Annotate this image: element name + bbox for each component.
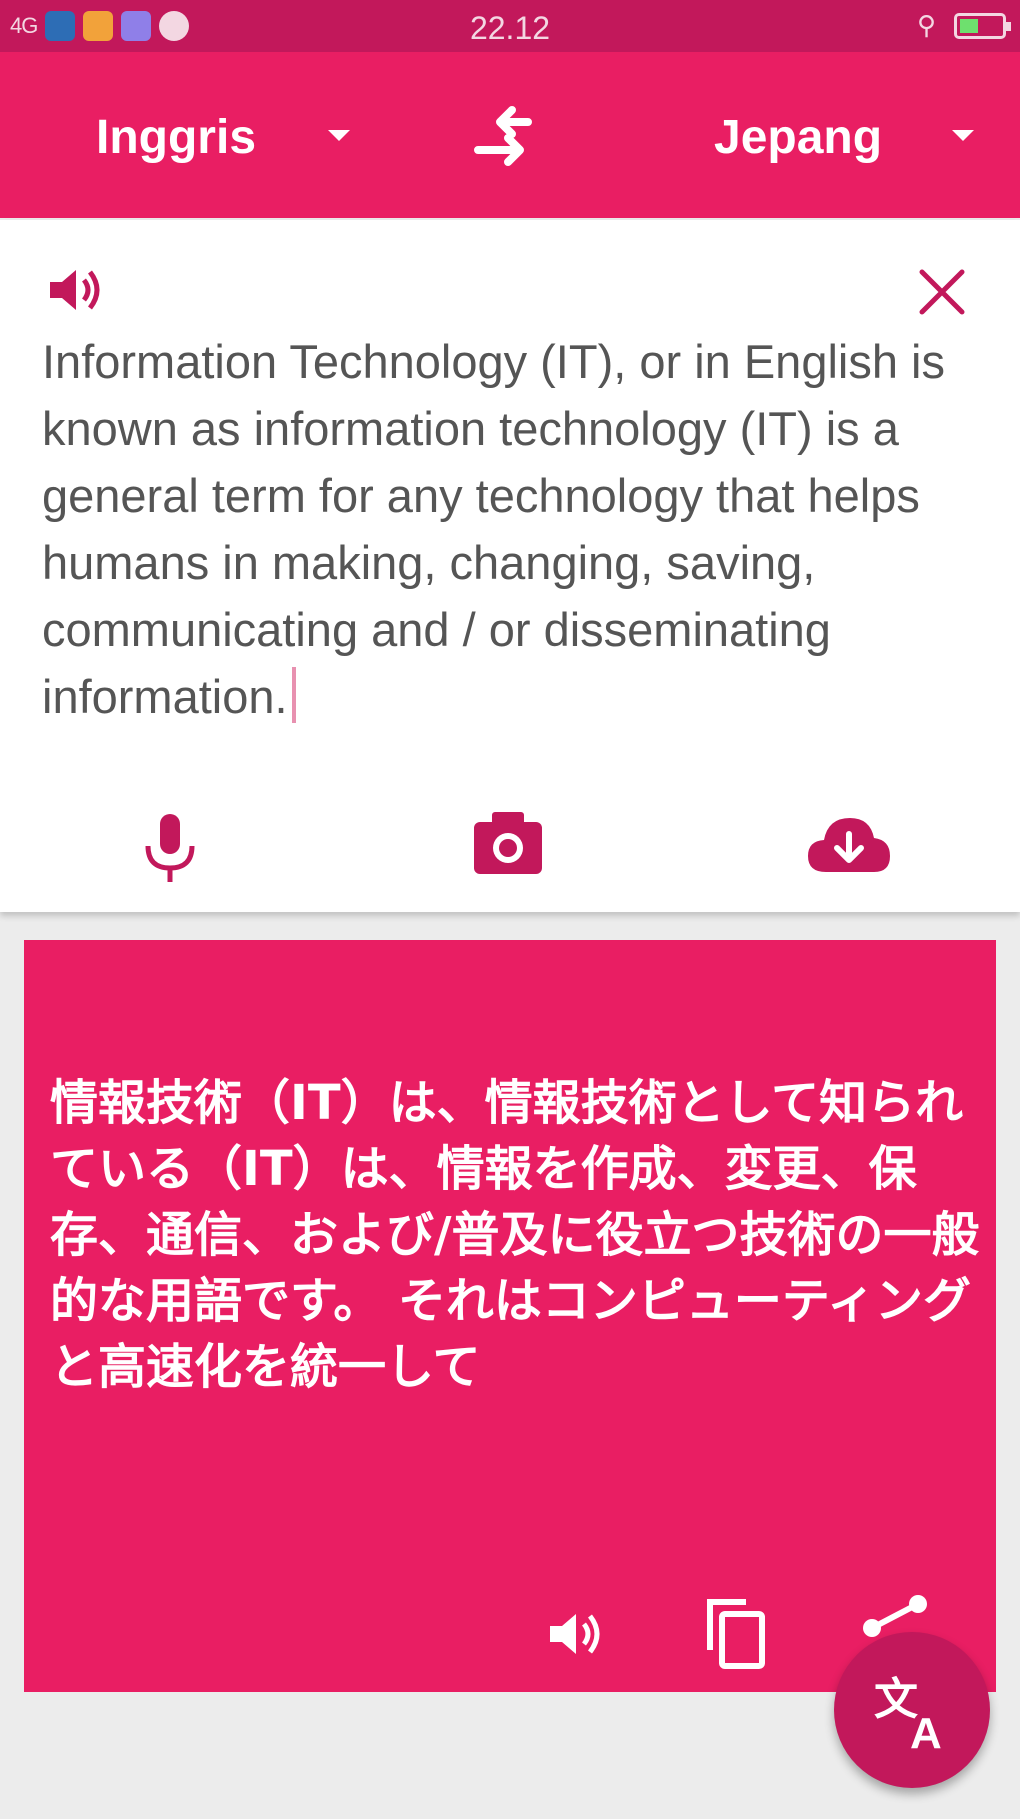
camera-icon[interactable]: [470, 808, 546, 878]
source-language-selector[interactable]: Inggris: [96, 110, 256, 165]
translate-fab-button[interactable]: 文 A: [834, 1632, 990, 1788]
text-caret: [291, 667, 296, 723]
status-time: 22.12: [469, 10, 551, 46]
chevron-down-icon[interactable]: [952, 130, 974, 141]
translation-output-card: 情報技術（IT）は、情報技術として知られている（IT）は、情報を作成、変更、保存…: [24, 940, 996, 1692]
source-text: Information Technology (IT), or in Engli…: [42, 335, 945, 723]
speaker-icon[interactable]: [546, 1604, 610, 1664]
close-icon[interactable]: [914, 264, 970, 320]
translated-text: 情報技術（IT）は、情報技術として知られている（IT）は、情報を作成、変更、保存…: [50, 1075, 980, 1395]
svg-text:A: A: [910, 1709, 942, 1752]
source-text-input[interactable]: Information Technology (IT), or in Engli…: [42, 328, 1002, 730]
battery-icon: [954, 12, 1011, 39]
translate-icon: 文 A: [874, 1674, 942, 1752]
speaker-icon[interactable]: [46, 260, 108, 320]
status-bar: 4G 22.12 ⚲: [0, 0, 1020, 52]
status-icons-right: ⚲: [916, 10, 1011, 41]
mic-icon[interactable]: [138, 810, 202, 886]
source-input-card: Information Technology (IT), or in Engli…: [0, 220, 1020, 912]
target-language-selector[interactable]: Jepang: [714, 110, 882, 165]
alarm-icon: ⚲: [916, 10, 936, 40]
swap-arrows-icon[interactable]: [468, 102, 552, 182]
copy-icon[interactable]: [702, 1596, 768, 1672]
cloud-download-icon[interactable]: [806, 810, 892, 880]
language-toolbar: Inggris Jepang: [0, 52, 1020, 218]
chevron-down-icon[interactable]: [328, 130, 350, 141]
